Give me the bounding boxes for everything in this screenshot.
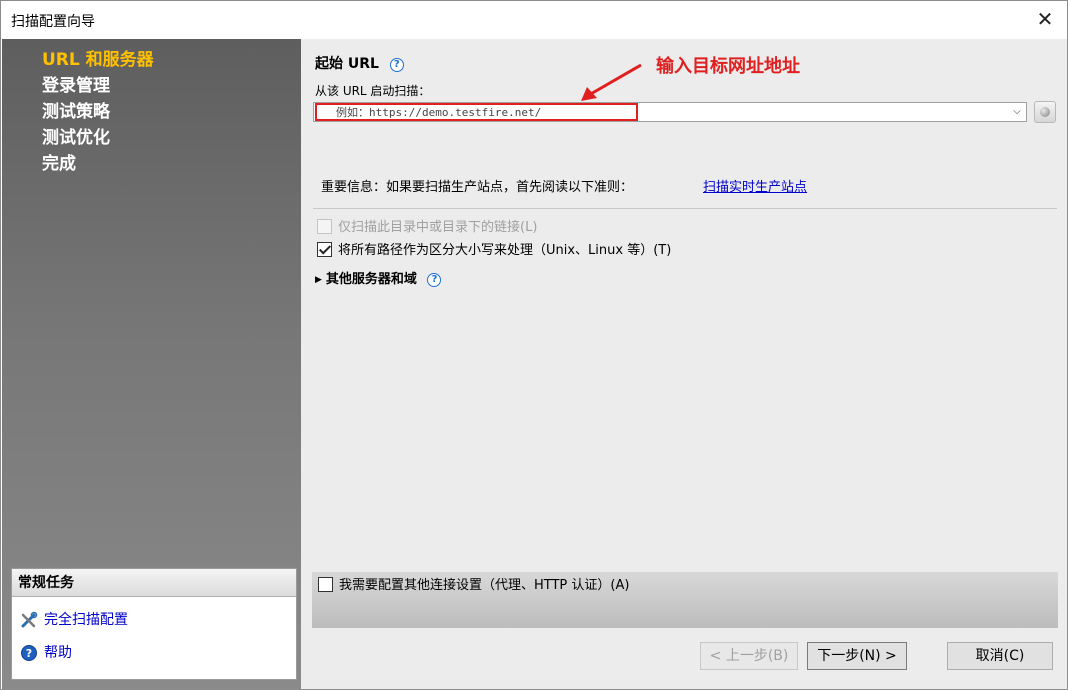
annotation-text: 输入目标网址地址 [656, 56, 800, 77]
title-bar: 扫描配置向导 ✕ [1, 1, 1067, 39]
window-title: 扫描配置向导 [11, 14, 95, 30]
next-button[interactable]: 下一步(N) > [807, 642, 907, 670]
go-button[interactable] [1034, 101, 1056, 123]
option-scan-dir-only[interactable]: 仅扫描此目录中或目录下的链接(L) [317, 219, 537, 237]
svg-text:?: ? [26, 647, 32, 660]
step-login-management[interactable]: 登录管理 [42, 75, 154, 101]
wizard-sidebar: URL 和服务器 登录管理 测试策略 测试优化 完成 常规任务 完全扫描配置 ?… [2, 39, 301, 689]
task-help-label: 帮助 [44, 645, 72, 661]
option-scan-dir-only-label: 仅扫描此目录中或目录下的链接(L) [338, 220, 538, 235]
circle-icon [1040, 107, 1050, 117]
connection-settings-panel: 我需要配置其他连接设置（代理、HTTP 认证）(A) [312, 572, 1058, 628]
section-title: 起始 URL ? [315, 53, 404, 73]
option-scan-dir-only-checkbox[interactable] [317, 219, 332, 234]
task-full-scan-config[interactable]: 完全扫描配置 [20, 609, 128, 631]
important-notice: 重要信息：如果要扫描生产站点，首先阅读以下准则： [321, 180, 634, 195]
other-servers-label: 其他服务器和域 [325, 272, 417, 287]
option-connection-settings-checkbox[interactable] [318, 577, 333, 592]
option-case-sensitive-label: 将所有路径作为区分大小写来处理（Unix、Linux 等）(T) [338, 243, 672, 258]
step-url-and-servers[interactable]: URL 和服务器 [42, 49, 154, 75]
step-test-optimization[interactable]: 测试优化 [42, 127, 154, 153]
common-tasks-header: 常规任务 [12, 569, 296, 597]
start-url-input[interactable] [316, 104, 1006, 120]
wizard-window: 扫描配置向导 ✕ URL 和服务器 登录管理 测试策略 测试优化 完成 常规任务… [0, 0, 1068, 690]
tools-icon [21, 611, 38, 628]
wizard-steps: URL 和服务器 登录管理 测试策略 测试优化 完成 [42, 49, 154, 179]
task-help[interactable]: ? 帮助 [20, 642, 72, 664]
step-test-policy[interactable]: 测试策略 [42, 101, 154, 127]
divider [313, 208, 1057, 209]
help-icon[interactable]: ? [427, 273, 442, 287]
section-title-text: 起始 URL [315, 56, 379, 72]
chevron-down-icon[interactable]: ⌵ [1008, 103, 1026, 121]
other-servers-expander[interactable]: ▶ 其他服务器和域 ? [315, 268, 442, 287]
common-tasks-panel: 常规任务 完全扫描配置 ? 帮助 [11, 568, 297, 680]
step-finish[interactable]: 完成 [42, 153, 154, 179]
start-url-label: 从该 URL 启动扫描： [315, 84, 431, 98]
main-panel: 起始 URL ? 输入目标网址地址 从该 URL 启动扫描： ⌵ 重要信息：如果… [301, 39, 1067, 689]
option-connection-settings-label: 我需要配置其他连接设置（代理、HTTP 认证）(A) [339, 578, 630, 593]
triangle-right-icon: ▶ [315, 275, 322, 285]
task-full-scan-config-label: 完全扫描配置 [44, 612, 128, 628]
help-icon: ? [21, 645, 37, 661]
option-case-sensitive[interactable]: 将所有路径作为区分大小写来处理（Unix、Linux 等）(T) [317, 242, 671, 260]
start-url-combobox[interactable]: ⌵ [313, 102, 1027, 122]
option-connection-settings[interactable]: 我需要配置其他连接设置（代理、HTTP 认证）(A) [318, 577, 629, 595]
cancel-button[interactable]: 取消(C) [947, 642, 1053, 670]
option-case-sensitive-checkbox[interactable] [317, 242, 332, 257]
prev-button[interactable]: < 上一步(B) [700, 642, 798, 670]
annotation-arrow [581, 63, 642, 101]
help-icon[interactable]: ? [389, 58, 404, 72]
close-icon[interactable]: ✕ [1031, 6, 1059, 34]
live-production-scan-link[interactable]: 扫描实时生产站点 [703, 176, 807, 195]
